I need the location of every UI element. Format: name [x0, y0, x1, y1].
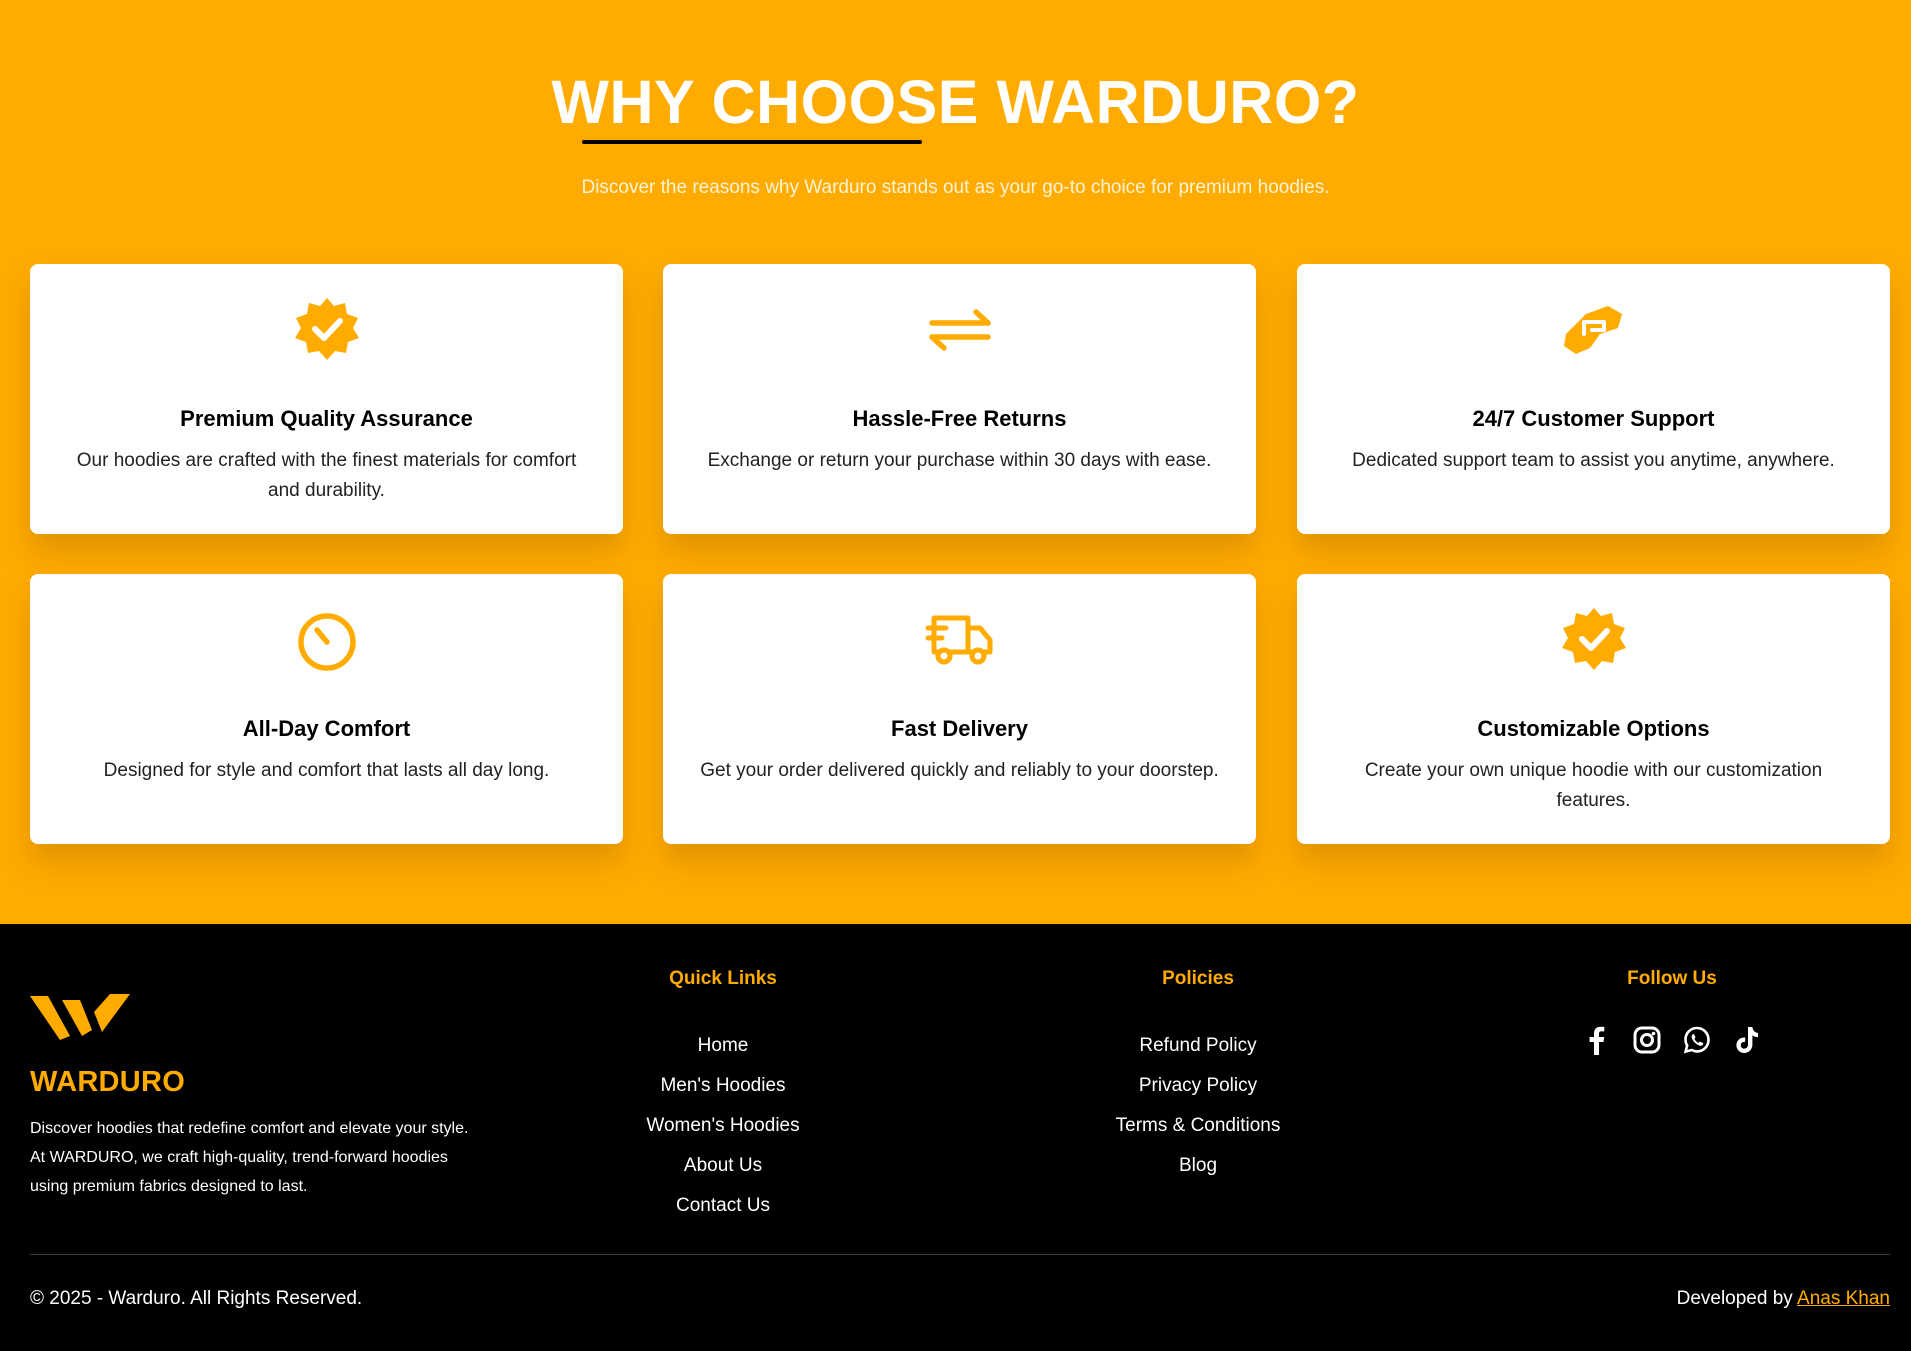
follow-us-column: Follow Us	[1522, 968, 1822, 1056]
footer-link-privacy-policy[interactable]: Privacy Policy	[1048, 1066, 1348, 1106]
section-subtitle: Discover the reasons why Warduro stands …	[581, 177, 1330, 198]
footer-link-mens-hoodies[interactable]: Men's Hoodies	[573, 1066, 873, 1106]
card-description: Designed for style and comfort that last…	[103, 760, 550, 781]
card-title: Fast Delivery	[891, 716, 1028, 741]
card-description: Create your own unique hoodie with our c…	[1364, 760, 1823, 811]
instagram-icon[interactable]	[1632, 1024, 1662, 1056]
delivery-truck-icon	[922, 604, 998, 676]
policies-heading: Policies	[1162, 968, 1234, 989]
card-title: Hassle-Free Returns	[852, 406, 1067, 431]
policies-column: Policies Refund Policy Privacy Policy Te…	[1048, 968, 1348, 1186]
card-title: Premium Quality Assurance	[180, 406, 473, 431]
follow-us-heading: Follow Us	[1627, 968, 1717, 989]
card-description: Get your order delivered quickly and rel…	[700, 760, 1219, 781]
social-icons	[1522, 1024, 1822, 1056]
title-underline	[582, 140, 922, 144]
card-title: 24/7 Customer Support	[1472, 406, 1715, 431]
quick-links-column: Quick Links Home Men's Hoodies Women's H…	[573, 968, 873, 1226]
warduro-logo-icon[interactable]	[30, 990, 130, 1042]
footer-link-about-us[interactable]: About Us	[573, 1146, 873, 1186]
developed-by-label: Developed by	[1676, 1288, 1793, 1309]
badge-check-icon	[1556, 604, 1632, 676]
footer-link-home[interactable]: Home	[573, 1026, 873, 1066]
facebook-icon[interactable]	[1582, 1024, 1612, 1056]
card-description: Exchange or return your purchase within …	[707, 450, 1212, 471]
feature-card: Customizable Options Create your own uni…	[1297, 574, 1890, 844]
handshake-icon	[1556, 294, 1632, 366]
copyright-text: © 2025 - Warduro. All Rights Reserved.	[30, 1288, 363, 1309]
quick-links-heading: Quick Links	[669, 968, 777, 989]
site-footer: WARDURO Discover hoodies that redefine c…	[0, 924, 1911, 1351]
whatsapp-icon[interactable]	[1682, 1024, 1712, 1056]
card-description: Dedicated support team to assist you any…	[1352, 450, 1835, 471]
brand-name: WARDURO	[30, 1066, 186, 1098]
tiktok-icon[interactable]	[1732, 1024, 1762, 1056]
why-choose-section: WHY CHOOSE WARDURO? Discover the reasons…	[0, 0, 1911, 924]
brand-description: Discover hoodies that redefine comfort a…	[30, 1120, 469, 1195]
footer-divider	[30, 1254, 1890, 1255]
section-title: WHY CHOOSE WARDURO?	[551, 68, 1360, 136]
feature-card: Hassle-Free Returns Exchange or return y…	[663, 264, 1256, 534]
feature-card: All-Day Comfort Designed for style and c…	[30, 574, 623, 844]
card-title: All-Day Comfort	[242, 716, 411, 741]
card-description: Our hoodies are crafted with the finest …	[76, 450, 577, 501]
feature-card: 24/7 Customer Support Dedicated support …	[1297, 264, 1890, 534]
footer-link-contact-us[interactable]: Contact Us	[573, 1186, 873, 1226]
stopwatch-icon	[289, 604, 365, 676]
footer-link-refund-policy[interactable]: Refund Policy	[1048, 1026, 1348, 1066]
card-title: Customizable Options	[1477, 716, 1710, 741]
footer-link-womens-hoodies[interactable]: Women's Hoodies	[573, 1106, 873, 1146]
developed-by: Developed by Anas Khan	[1677, 1288, 1890, 1310]
arrows-exchange-icon	[922, 294, 998, 366]
feature-card: Premium Quality Assurance Our hoodies ar…	[30, 264, 623, 534]
footer-link-terms[interactable]: Terms & Conditions	[1048, 1106, 1348, 1146]
footer-link-blog[interactable]: Blog	[1048, 1146, 1348, 1186]
feature-card: Fast Delivery Get your order delivered q…	[663, 574, 1256, 844]
badge-check-icon	[289, 294, 365, 366]
developer-link[interactable]: Anas Khan	[1797, 1288, 1890, 1309]
